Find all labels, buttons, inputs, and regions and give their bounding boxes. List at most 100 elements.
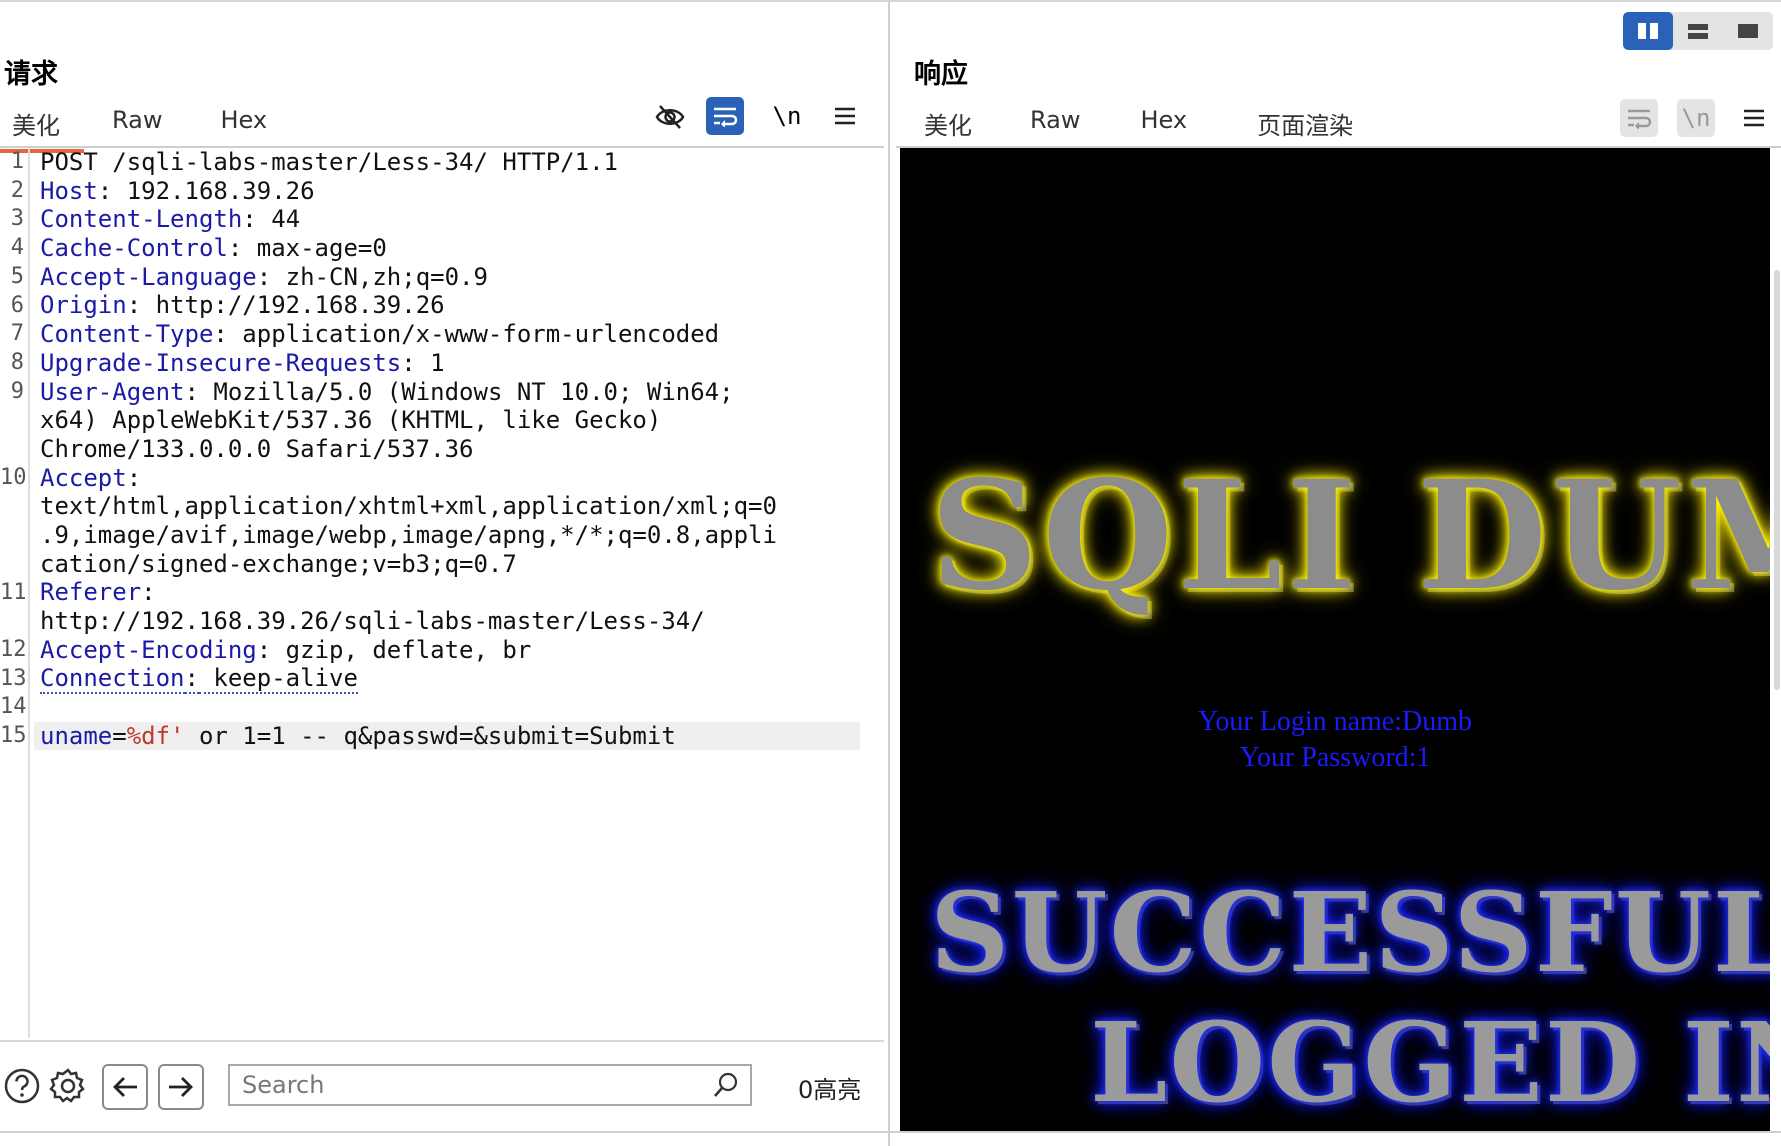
body-payload: %df' xyxy=(126,721,185,750)
columns-icon xyxy=(1638,23,1658,39)
code-line[interactable]: .9,image/avif,image/webp,image/apng,*/*;… xyxy=(40,521,860,550)
code-line[interactable]: Accept-Language: zh-CN,zh;q=0.9 xyxy=(40,263,860,292)
header-name: Upgrade-Insecure-Requests xyxy=(40,348,402,377)
show-newlines-button[interactable]: \n xyxy=(768,97,806,135)
single-pane-layout-button[interactable] xyxy=(1723,12,1773,50)
code-text: Chrome/133.0.0.0 Safari/537.36 xyxy=(40,434,474,463)
code-line[interactable]: User-Agent: Mozilla/5.0 (Windows NT 10.0… xyxy=(40,378,860,407)
help-circle-icon xyxy=(4,1068,40,1104)
code-line[interactable]: Content-Length: 44 xyxy=(40,205,860,234)
request-menu-button[interactable] xyxy=(826,97,864,135)
split-horizontal-layout-button[interactable] xyxy=(1673,12,1723,50)
rendered-page-view[interactable]: SQLI DUMB Your Login name:Dumb Your Pass… xyxy=(900,148,1770,1131)
code-line[interactable]: text/html,application/xhtml+xml,applicat… xyxy=(40,492,860,521)
request-body-line[interactable]: uname=%df' or 1=1 -- q&passwd=&submit=Su… xyxy=(34,721,860,751)
arrow-left-icon xyxy=(113,1077,137,1097)
split-vertical-layout-button[interactable] xyxy=(1623,12,1673,50)
gear-icon xyxy=(49,1068,85,1103)
back-button[interactable] xyxy=(102,1064,148,1110)
line-number: 8 xyxy=(10,349,24,375)
response-word-wrap-button[interactable] xyxy=(1620,99,1658,137)
code-line[interactable]: Accept-Encoding: gzip, deflate, br xyxy=(40,636,860,665)
header-separator: : xyxy=(141,578,156,607)
line-number: 5 xyxy=(10,263,24,289)
code-line[interactable]: Referer: xyxy=(40,578,860,607)
hamburger-menu-icon xyxy=(835,107,855,125)
code-line[interactable]: Upgrade-Insecure-Requests: 1 xyxy=(40,349,860,378)
request-editor[interactable]: 1 2 3 4 5 6 7 8 9 10 11 12 13 14 15 POST /sqli-labs-ma… xyxy=(0,148,884,1038)
header-separator: : xyxy=(97,176,113,205)
code-line[interactable]: http://192.168.39.26/sqli-labs-master/Le… xyxy=(40,607,860,636)
header-separator: : xyxy=(227,234,243,263)
code-text: cation/signed-exchange;v=b3;q=0.7 xyxy=(40,549,517,578)
word-wrap-icon xyxy=(1628,109,1652,129)
line-number: 4 xyxy=(10,235,24,261)
code-line[interactable]: cation/signed-exchange;v=b3;q=0.7 xyxy=(40,550,860,579)
header-name: Accept-Language xyxy=(40,262,257,291)
code-line[interactable]: Origin: http://192.168.39.26 xyxy=(40,291,860,320)
header-name: Cache-Control xyxy=(40,234,228,263)
header-name: Accept-Encoding xyxy=(40,635,257,664)
code-text: x64) AppleWebKit/537.36 (KHTML, like Gec… xyxy=(40,406,662,435)
header-name: User-Agent xyxy=(40,377,185,406)
code-line[interactable]: Content-Type: application/x-www-form-url… xyxy=(40,320,860,349)
code-line[interactable]: Accept: xyxy=(40,464,860,493)
render-scrollbar[interactable] xyxy=(1774,270,1780,690)
header-name: Content-Type xyxy=(40,320,214,349)
pane-divider[interactable] xyxy=(888,0,890,1146)
header-name: Accept xyxy=(40,463,127,492)
line-number: 2 xyxy=(10,177,24,203)
eye-slash-icon xyxy=(655,105,685,129)
line-number: 7 xyxy=(10,321,24,347)
header-value: gzip, deflate, br xyxy=(271,635,532,664)
line-number: 14 xyxy=(0,694,27,720)
search-box[interactable] xyxy=(228,1064,752,1106)
hide-non-printing-button[interactable] xyxy=(651,98,689,136)
header-separator: : xyxy=(184,664,199,695)
code-text: http://192.168.39.26/sqli-labs-master/Le… xyxy=(40,607,705,635)
password-text: Your Password:1 xyxy=(1239,742,1431,773)
code-text: text/html,application/xhtml+xml,applicat… xyxy=(40,492,777,521)
single-pane-icon xyxy=(1738,24,1758,38)
header-value: 1 xyxy=(415,348,445,377)
code-line[interactable]: Host: 192.168.39.26 xyxy=(40,177,860,206)
bottom-border xyxy=(0,1131,1781,1133)
search-input[interactable] xyxy=(240,1070,712,1100)
response-panel-title: 响应 xyxy=(914,59,968,90)
forward-button[interactable] xyxy=(158,1064,204,1110)
line-number: 13 xyxy=(0,665,27,691)
search-icon[interactable] xyxy=(712,1071,740,1099)
code-line[interactable]: x64) AppleWebKit/537.36 (KHTML, like Gec… xyxy=(40,406,860,435)
code-line[interactable]: Cache-Control: max-age=0 xyxy=(40,234,860,263)
code-line[interactable]: Connection: keep-alive xyxy=(40,664,860,695)
layout-toggle-group xyxy=(1623,12,1773,50)
line-number: 9 xyxy=(10,378,24,404)
line-number: 3 xyxy=(10,206,24,232)
code-line[interactable]: POST /sqli-labs-master/Less-34/ HTTP/1.1 xyxy=(40,148,860,177)
header-value: http://192.168.39.26 xyxy=(141,291,445,320)
header-name: Referer xyxy=(40,578,142,607)
help-button[interactable] xyxy=(0,1064,44,1108)
hamburger-menu-icon xyxy=(1744,109,1764,127)
header-separator: : xyxy=(213,320,228,349)
header-name: Host xyxy=(40,176,98,205)
top-border xyxy=(0,0,1781,2)
response-menu-button[interactable] xyxy=(1735,99,1773,137)
header-separator: : xyxy=(184,377,199,406)
rows-icon xyxy=(1688,24,1708,39)
header-value: 44 xyxy=(256,205,301,234)
line-number-gutter: 1 2 3 4 5 6 7 8 9 10 11 12 13 14 15 xyxy=(0,148,30,1038)
line-number: 15 xyxy=(0,723,27,748)
word-wrap-button[interactable] xyxy=(706,97,744,135)
code-line[interactable]: Chrome/133.0.0.0 Safari/537.36 xyxy=(40,435,860,464)
code-text: POST /sqli-labs-master/Less-34/ HTTP/1.1 xyxy=(40,148,618,176)
header-separator: : xyxy=(126,463,142,492)
response-show-newlines-button[interactable]: \n xyxy=(1677,99,1715,137)
settings-button[interactable] xyxy=(46,1064,90,1108)
header-name: Connection xyxy=(40,664,185,695)
arrow-right-icon xyxy=(169,1077,193,1097)
request-code[interactable]: POST /sqli-labs-master/Less-34/ HTTP/1.1… xyxy=(34,148,860,751)
line-number: 1 xyxy=(10,149,24,174)
header-name: Origin xyxy=(40,291,127,320)
code-line[interactable] xyxy=(40,693,860,722)
